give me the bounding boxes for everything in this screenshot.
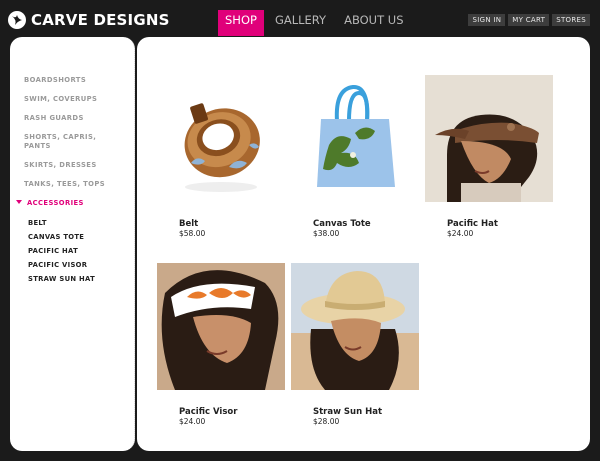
tote-image[interactable] xyxy=(291,75,419,202)
product-card-pacific-visor[interactable] xyxy=(157,263,285,390)
product-grid: Belt $58.00 Canvas Tote $38.00 Pacific H… xyxy=(137,37,590,451)
sidebar-item-boardshorts[interactable]: BOARDSHORTS xyxy=(24,76,124,85)
product-price-straw-sun-hat: $28.00 xyxy=(313,417,340,426)
sidebar-item-accessories[interactable]: ACCESSORIES xyxy=(16,199,116,208)
product-card-belt[interactable] xyxy=(157,75,285,202)
product-name-pacific-hat[interactable]: Pacific Hat xyxy=(447,219,498,229)
belt-image[interactable] xyxy=(157,75,285,202)
sidebar-item-shorts-capris-pants[interactable]: SHORTS, CAPRIS, PANTS xyxy=(24,133,104,151)
sidebar-item-tanks-tees-tops[interactable]: TANKS, TEES, TOPS xyxy=(24,180,124,189)
stores-button[interactable]: STORES xyxy=(552,14,590,26)
product-price-pacific-hat: $24.00 xyxy=(447,229,474,238)
carve-logo-icon xyxy=(8,11,26,29)
nav-shop[interactable]: SHOP xyxy=(218,10,264,36)
brand-name: CARVE DESIGNS xyxy=(31,11,170,29)
header: CARVE DESIGNS SHOP GALLERY ABOUT US SIGN… xyxy=(0,0,600,38)
product-name-belt[interactable]: Belt xyxy=(179,219,198,229)
product-name-canvas-tote[interactable]: Canvas Tote xyxy=(313,219,371,229)
product-name-straw-sun-hat[interactable]: Straw Sun Hat xyxy=(313,407,382,417)
product-price-pacific-visor: $24.00 xyxy=(179,417,206,426)
expanded-arrow-icon xyxy=(16,200,22,204)
nav-gallery[interactable]: GALLERY xyxy=(268,10,333,36)
product-price-belt: $58.00 xyxy=(179,229,206,238)
main-nav: SHOP GALLERY ABOUT US xyxy=(218,10,411,36)
visor-image[interactable] xyxy=(157,263,285,390)
sidebar-item-skirts-dresses[interactable]: SKIRTS, DRESSES xyxy=(24,161,124,170)
subcategory-canvas-tote[interactable]: CANVAS TOTE xyxy=(28,233,84,241)
utility-nav: SIGN IN MY CART STORES xyxy=(468,14,590,26)
nav-about-us[interactable]: ABOUT US xyxy=(337,10,410,36)
subcategory-pacific-visor[interactable]: PACIFIC VISOR xyxy=(28,261,87,269)
sidebar-item-swim-coverups[interactable]: SWIM, COVERUPS xyxy=(24,95,124,104)
subcategory-pacific-hat[interactable]: PACIFIC HAT xyxy=(28,247,78,255)
product-price-canvas-tote: $38.00 xyxy=(313,229,340,238)
hat-image[interactable] xyxy=(425,75,553,202)
my-cart-button[interactable]: MY CART xyxy=(508,14,550,26)
subcategory-belt[interactable]: BELT xyxy=(28,219,47,227)
straw-hat-image[interactable] xyxy=(291,263,419,390)
brand-logo[interactable]: CARVE DESIGNS xyxy=(8,8,170,32)
sign-in-button[interactable]: SIGN IN xyxy=(468,14,506,26)
product-card-straw-sun-hat[interactable] xyxy=(291,263,419,390)
product-card-canvas-tote[interactable] xyxy=(291,75,419,202)
sidebar-item-accessories-label: ACCESSORIES xyxy=(27,199,84,207)
category-sidebar: BOARDSHORTS SWIM, COVERUPS RASH GUARDS S… xyxy=(10,37,135,451)
product-name-pacific-visor[interactable]: Pacific Visor xyxy=(179,407,237,417)
sidebar-item-rash-guards[interactable]: RASH GUARDS xyxy=(24,114,124,123)
product-card-pacific-hat[interactable] xyxy=(425,75,553,202)
subcategory-straw-sun-hat[interactable]: STRAW SUN HAT xyxy=(28,275,95,283)
